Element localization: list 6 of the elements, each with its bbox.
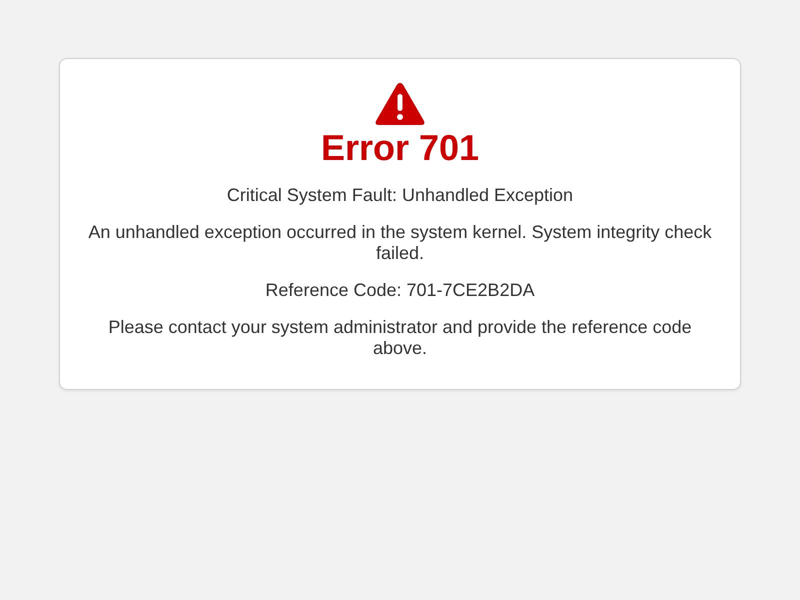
error-description: An unhandled exception occurred in the system kernel. System integrity check failed.	[88, 222, 712, 264]
reference-code: Reference Code: 701-7CE2B2DA	[265, 280, 535, 301]
error-summary: Critical System Fault: Unhandled Exception	[226, 185, 574, 206]
error-title: Error 701	[320, 127, 480, 169]
warning-icon	[374, 81, 426, 127]
instruction-text: Please contact your system administrator and provide the reference code above.	[107, 317, 693, 359]
